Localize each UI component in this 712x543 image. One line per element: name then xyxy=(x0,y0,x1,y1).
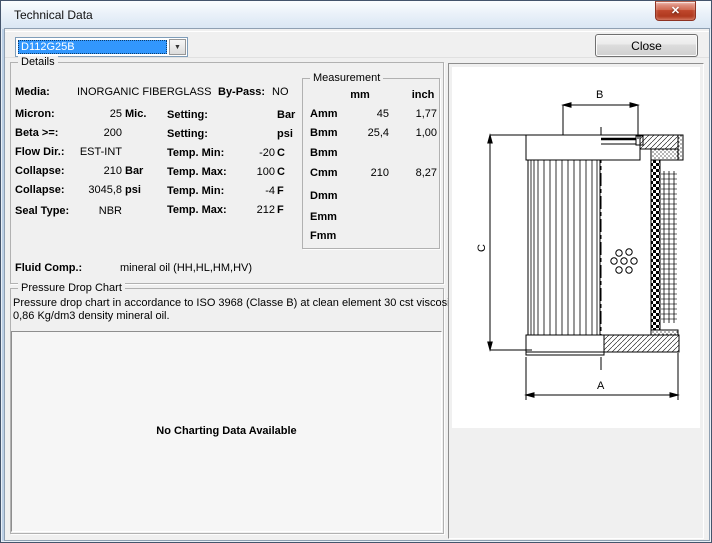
drawing-panel: B A C xyxy=(448,63,704,539)
detail-unit: psi xyxy=(125,184,141,196)
measurement-row: Bmm xyxy=(303,147,441,161)
detail-unit: F xyxy=(277,185,284,197)
detail-row: Temp. Min: -20 C xyxy=(167,147,307,161)
detail-value: 210 xyxy=(60,165,122,177)
measurement-row: Bmm 25,4 1,00 xyxy=(303,127,441,141)
detail-row: Collapse: 210 Bar xyxy=(15,165,165,179)
fluid-comp-row: Fluid Comp.: mineral oil (HH,HL,HM,HV) xyxy=(15,262,435,276)
detail-value: NBR xyxy=(60,205,122,217)
bottom-end-cap xyxy=(526,335,604,352)
detail-row: Temp. Max: 212 F xyxy=(167,204,307,218)
chevron-down-icon: ▼ xyxy=(174,44,181,51)
dim-label-a: A xyxy=(597,380,605,392)
detail-row: Beta >=: 200 xyxy=(15,127,165,141)
measurement-row: Amm 45 1,77 xyxy=(303,108,441,122)
technical-data-window: Technical Data ✕ D112G25B ▼ Close Detail… xyxy=(0,0,712,543)
bottom-cap-hatch xyxy=(604,335,679,352)
window-close-button[interactable]: ✕ xyxy=(655,1,696,21)
drawing-canvas: B A C xyxy=(452,67,700,428)
detail-label: Collapse: xyxy=(15,184,65,196)
detail-row: Seal Type: NBR xyxy=(15,205,165,219)
detail-unit: psi xyxy=(277,128,293,140)
detail-row: Setting: Bar xyxy=(167,109,307,123)
detail-row: Temp. Max: 100 C xyxy=(167,166,307,180)
close-button[interactable]: Close xyxy=(595,34,698,57)
details-legend: Details xyxy=(18,56,58,68)
detail-value: EST-INT xyxy=(60,146,122,158)
detail-unit: F xyxy=(277,204,284,216)
measurement-header-row: mm inch xyxy=(303,89,441,103)
detail-value: 100 xyxy=(217,166,275,178)
detail-label: Collapse: xyxy=(15,165,65,177)
dialog-body: D112G25B ▼ Close Details Media: INORGANI… xyxy=(5,29,709,540)
col-header-inch: inch xyxy=(403,89,443,101)
detail-unit: C xyxy=(277,166,285,178)
measurement-row: Fmm xyxy=(303,230,441,244)
detail-row: Flow Dir.: EST-INT xyxy=(15,146,165,160)
chart-description-line1: Pressure drop chart in accordance to ISO… xyxy=(13,297,441,309)
measure-name: Bmm xyxy=(310,147,338,159)
dimension-c xyxy=(488,135,532,350)
bypass-value: NO xyxy=(272,86,289,98)
measure-inch: 1,77 xyxy=(379,108,437,120)
detail-unit: Bar xyxy=(277,109,295,121)
close-icon: ✕ xyxy=(671,5,680,17)
combo-dropdown-button[interactable]: ▼ xyxy=(169,39,186,55)
measure-inch: 8,27 xyxy=(379,167,437,179)
detail-value: 200 xyxy=(60,127,122,139)
chart-area: No Charting Data Available xyxy=(11,331,442,532)
no-data-message: No Charting Data Available xyxy=(12,425,441,437)
detail-row: Micron: 25 Mic. xyxy=(15,108,165,122)
detail-value: 3045,8 xyxy=(60,184,122,196)
detail-label: Beta >=: xyxy=(15,127,58,139)
measurement-legend: Measurement xyxy=(310,72,383,84)
drain-holes xyxy=(611,249,637,273)
measure-name: Dmm xyxy=(310,190,338,202)
col-header-mm: mm xyxy=(331,89,389,101)
chart-description-line2: 0,86 Kg/dm3 density mineral oil. xyxy=(13,310,441,322)
detail-value: -4 xyxy=(217,185,275,197)
measurement-row: Cmm 210 8,27 xyxy=(303,167,441,181)
measurement-row: Emm xyxy=(303,211,441,225)
measure-name: Emm xyxy=(310,211,337,223)
detail-unit: Mic. xyxy=(125,108,146,120)
detail-label: Setting: xyxy=(167,128,208,140)
detail-row: Setting: psi xyxy=(167,128,307,142)
detail-value: 212 xyxy=(217,204,275,216)
detail-value: 25 xyxy=(60,108,122,120)
part-number-selected-value: D112G25B xyxy=(18,40,167,54)
media-label: Media: xyxy=(15,86,50,98)
detail-row: Collapse: 3045,8 psi xyxy=(15,184,165,198)
measurement-row: Dmm xyxy=(303,190,441,204)
filter-cross-section xyxy=(488,103,683,400)
filter-element-technical-drawing: B A C xyxy=(452,67,700,428)
measurement-group: Measurement mm inch Amm 45 1,77 Bmm 25,4… xyxy=(302,78,440,249)
detail-label: Micron: xyxy=(15,108,55,120)
detail-value: -20 xyxy=(217,147,275,159)
fluid-comp-label: Fluid Comp.: xyxy=(15,262,82,274)
pressure-drop-legend: Pressure Drop Chart xyxy=(18,282,125,294)
detail-unit: Bar xyxy=(125,165,143,177)
bypass-label: By-Pass: xyxy=(218,86,265,98)
fluid-comp-value: mineral oil (HH,HL,HM,HV) xyxy=(120,262,252,274)
dim-label-c: C xyxy=(476,244,488,252)
dim-label-b: B xyxy=(596,89,603,101)
pleated-media xyxy=(528,160,600,335)
detail-unit: C xyxy=(277,147,285,159)
detail-label: Temp. Min: xyxy=(167,147,224,159)
titlebar[interactable]: Technical Data ✕ xyxy=(1,1,711,29)
detail-label: Flow Dir.: xyxy=(15,146,65,158)
measure-inch: 1,00 xyxy=(379,127,437,139)
dimension-a xyxy=(526,353,678,400)
detail-label: Temp. Min: xyxy=(167,185,224,197)
support-core xyxy=(651,160,660,330)
part-number-select[interactable]: D112G25B ▼ xyxy=(15,37,188,57)
top-cap-hatch xyxy=(640,135,678,149)
media-value: INORGANIC FIBERGLASS xyxy=(77,86,211,98)
detail-label: Setting: xyxy=(167,109,208,121)
detail-row: Temp. Min: -4 F xyxy=(167,185,307,199)
window-title: Technical Data xyxy=(14,8,93,22)
measure-name: Fmm xyxy=(310,230,336,242)
